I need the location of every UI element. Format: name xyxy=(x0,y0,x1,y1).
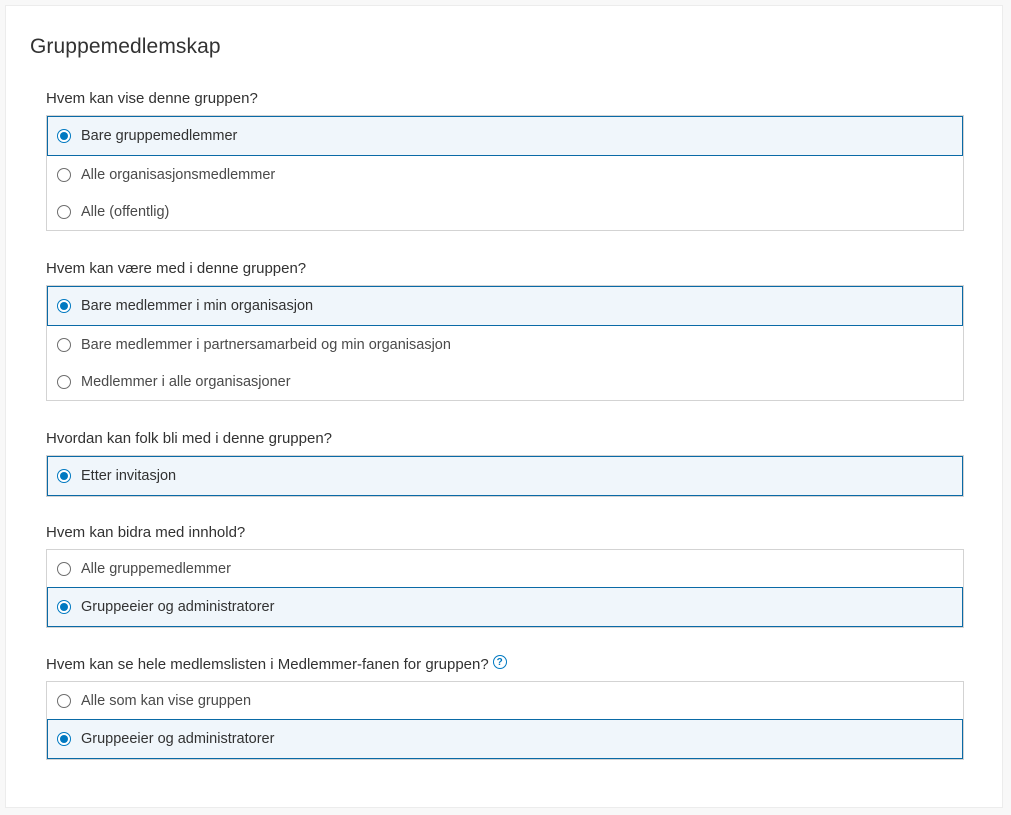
option-all-org-members[interactable]: Alle organisasjonsmedlemmer xyxy=(47,156,963,193)
option-anyone-who-can-view[interactable]: Alle som kan vise gruppen xyxy=(47,682,963,719)
option-label: Bare medlemmer i min organisasjon xyxy=(81,298,314,314)
radio-button-checked[interactable] xyxy=(57,600,71,614)
section-who-can-contribute: Hvem kan bidra med innhold? Alle gruppem… xyxy=(46,523,964,628)
radio-button[interactable] xyxy=(57,204,71,219)
option-label: Alle (offentlig) xyxy=(81,203,170,220)
question-text: Hvem kan se hele medlemslisten i Medlemm… xyxy=(46,656,489,673)
section-how-join: Hvordan kan folk bli med i denne gruppen… xyxy=(46,429,964,497)
radio-group-who-can-see-member-list: Alle som kan vise gruppen Gruppeeier og … xyxy=(46,681,964,760)
radio-group-how-join: Etter invitasjon xyxy=(46,455,964,497)
option-label: Alle gruppemedlemmer xyxy=(81,560,231,577)
option-all-orgs[interactable]: Medlemmer i alle organisasjoner xyxy=(47,363,963,400)
radio-button-checked[interactable] xyxy=(57,732,71,746)
panel-title: Gruppemedlemskap xyxy=(30,35,221,58)
radio-button-checked[interactable] xyxy=(57,129,71,143)
option-my-org-only[interactable]: Bare medlemmer i min organisasjon xyxy=(47,286,963,326)
radio-button[interactable] xyxy=(57,561,71,576)
option-by-invitation[interactable]: Etter invitasjon xyxy=(47,456,963,496)
question-who-can-see-member-list: Hvem kan se hele medlemslisten i Medlemm… xyxy=(46,655,964,675)
radio-button-checked[interactable] xyxy=(57,299,71,313)
question-who-can-view: Hvem kan vise denne gruppen? xyxy=(46,90,258,107)
radio-button[interactable] xyxy=(57,374,71,389)
question-how-join: Hvordan kan folk bli med i denne gruppen… xyxy=(46,430,333,447)
option-label: Gruppeeier og administratorer xyxy=(81,599,275,615)
question-who-can-join: Hvem kan være med i denne gruppen? xyxy=(46,260,307,277)
section-who-can-view: Hvem kan vise denne gruppen? Bare gruppe… xyxy=(46,89,964,231)
question-circle-icon[interactable]: ? xyxy=(492,655,507,669)
question-who-can-contribute: Hvem kan bidra med innhold? xyxy=(46,524,246,541)
radio-group-who-can-join: Bare medlemmer i min organisasjon Bare m… xyxy=(46,285,964,401)
option-label: Bare medlemmer i partnersamarbeid og min… xyxy=(81,336,451,353)
option-all-group-members[interactable]: Alle gruppemedlemmer xyxy=(47,550,963,587)
option-owner-and-admins[interactable]: Gruppeeier og administratorer xyxy=(47,719,963,759)
radio-button[interactable] xyxy=(57,693,71,708)
section-who-can-join: Hvem kan være med i denne gruppen? Bare … xyxy=(46,259,964,401)
radio-button-checked[interactable] xyxy=(57,469,71,483)
option-partner-and-my-org[interactable]: Bare medlemmer i partnersamarbeid og min… xyxy=(47,326,963,363)
group-membership-panel: Gruppemedlemskap Hvem kan vise denne gru… xyxy=(5,5,1003,808)
option-owner-and-admins[interactable]: Gruppeeier og administratorer xyxy=(47,587,963,627)
option-everyone-public[interactable]: Alle (offentlig) xyxy=(47,193,963,230)
radio-button[interactable] xyxy=(57,337,71,352)
option-label: Alle som kan vise gruppen xyxy=(81,692,252,709)
radio-button[interactable] xyxy=(57,167,71,182)
radio-group-who-can-view: Bare gruppemedlemmer Alle organisasjonsm… xyxy=(46,115,964,231)
option-group-members-only[interactable]: Bare gruppemedlemmer xyxy=(47,116,963,156)
option-label: Medlemmer i alle organisasjoner xyxy=(81,373,291,390)
section-who-can-see-member-list: Hvem kan se hele medlemslisten i Medlemm… xyxy=(46,655,964,760)
radio-group-who-can-contribute: Alle gruppemedlemmer Gruppeeier og admin… xyxy=(46,549,964,628)
option-label: Gruppeeier og administratorer xyxy=(81,731,275,747)
option-label: Bare gruppemedlemmer xyxy=(81,128,238,144)
option-label: Etter invitasjon xyxy=(81,468,177,484)
option-label: Alle organisasjonsmedlemmer xyxy=(81,166,276,183)
